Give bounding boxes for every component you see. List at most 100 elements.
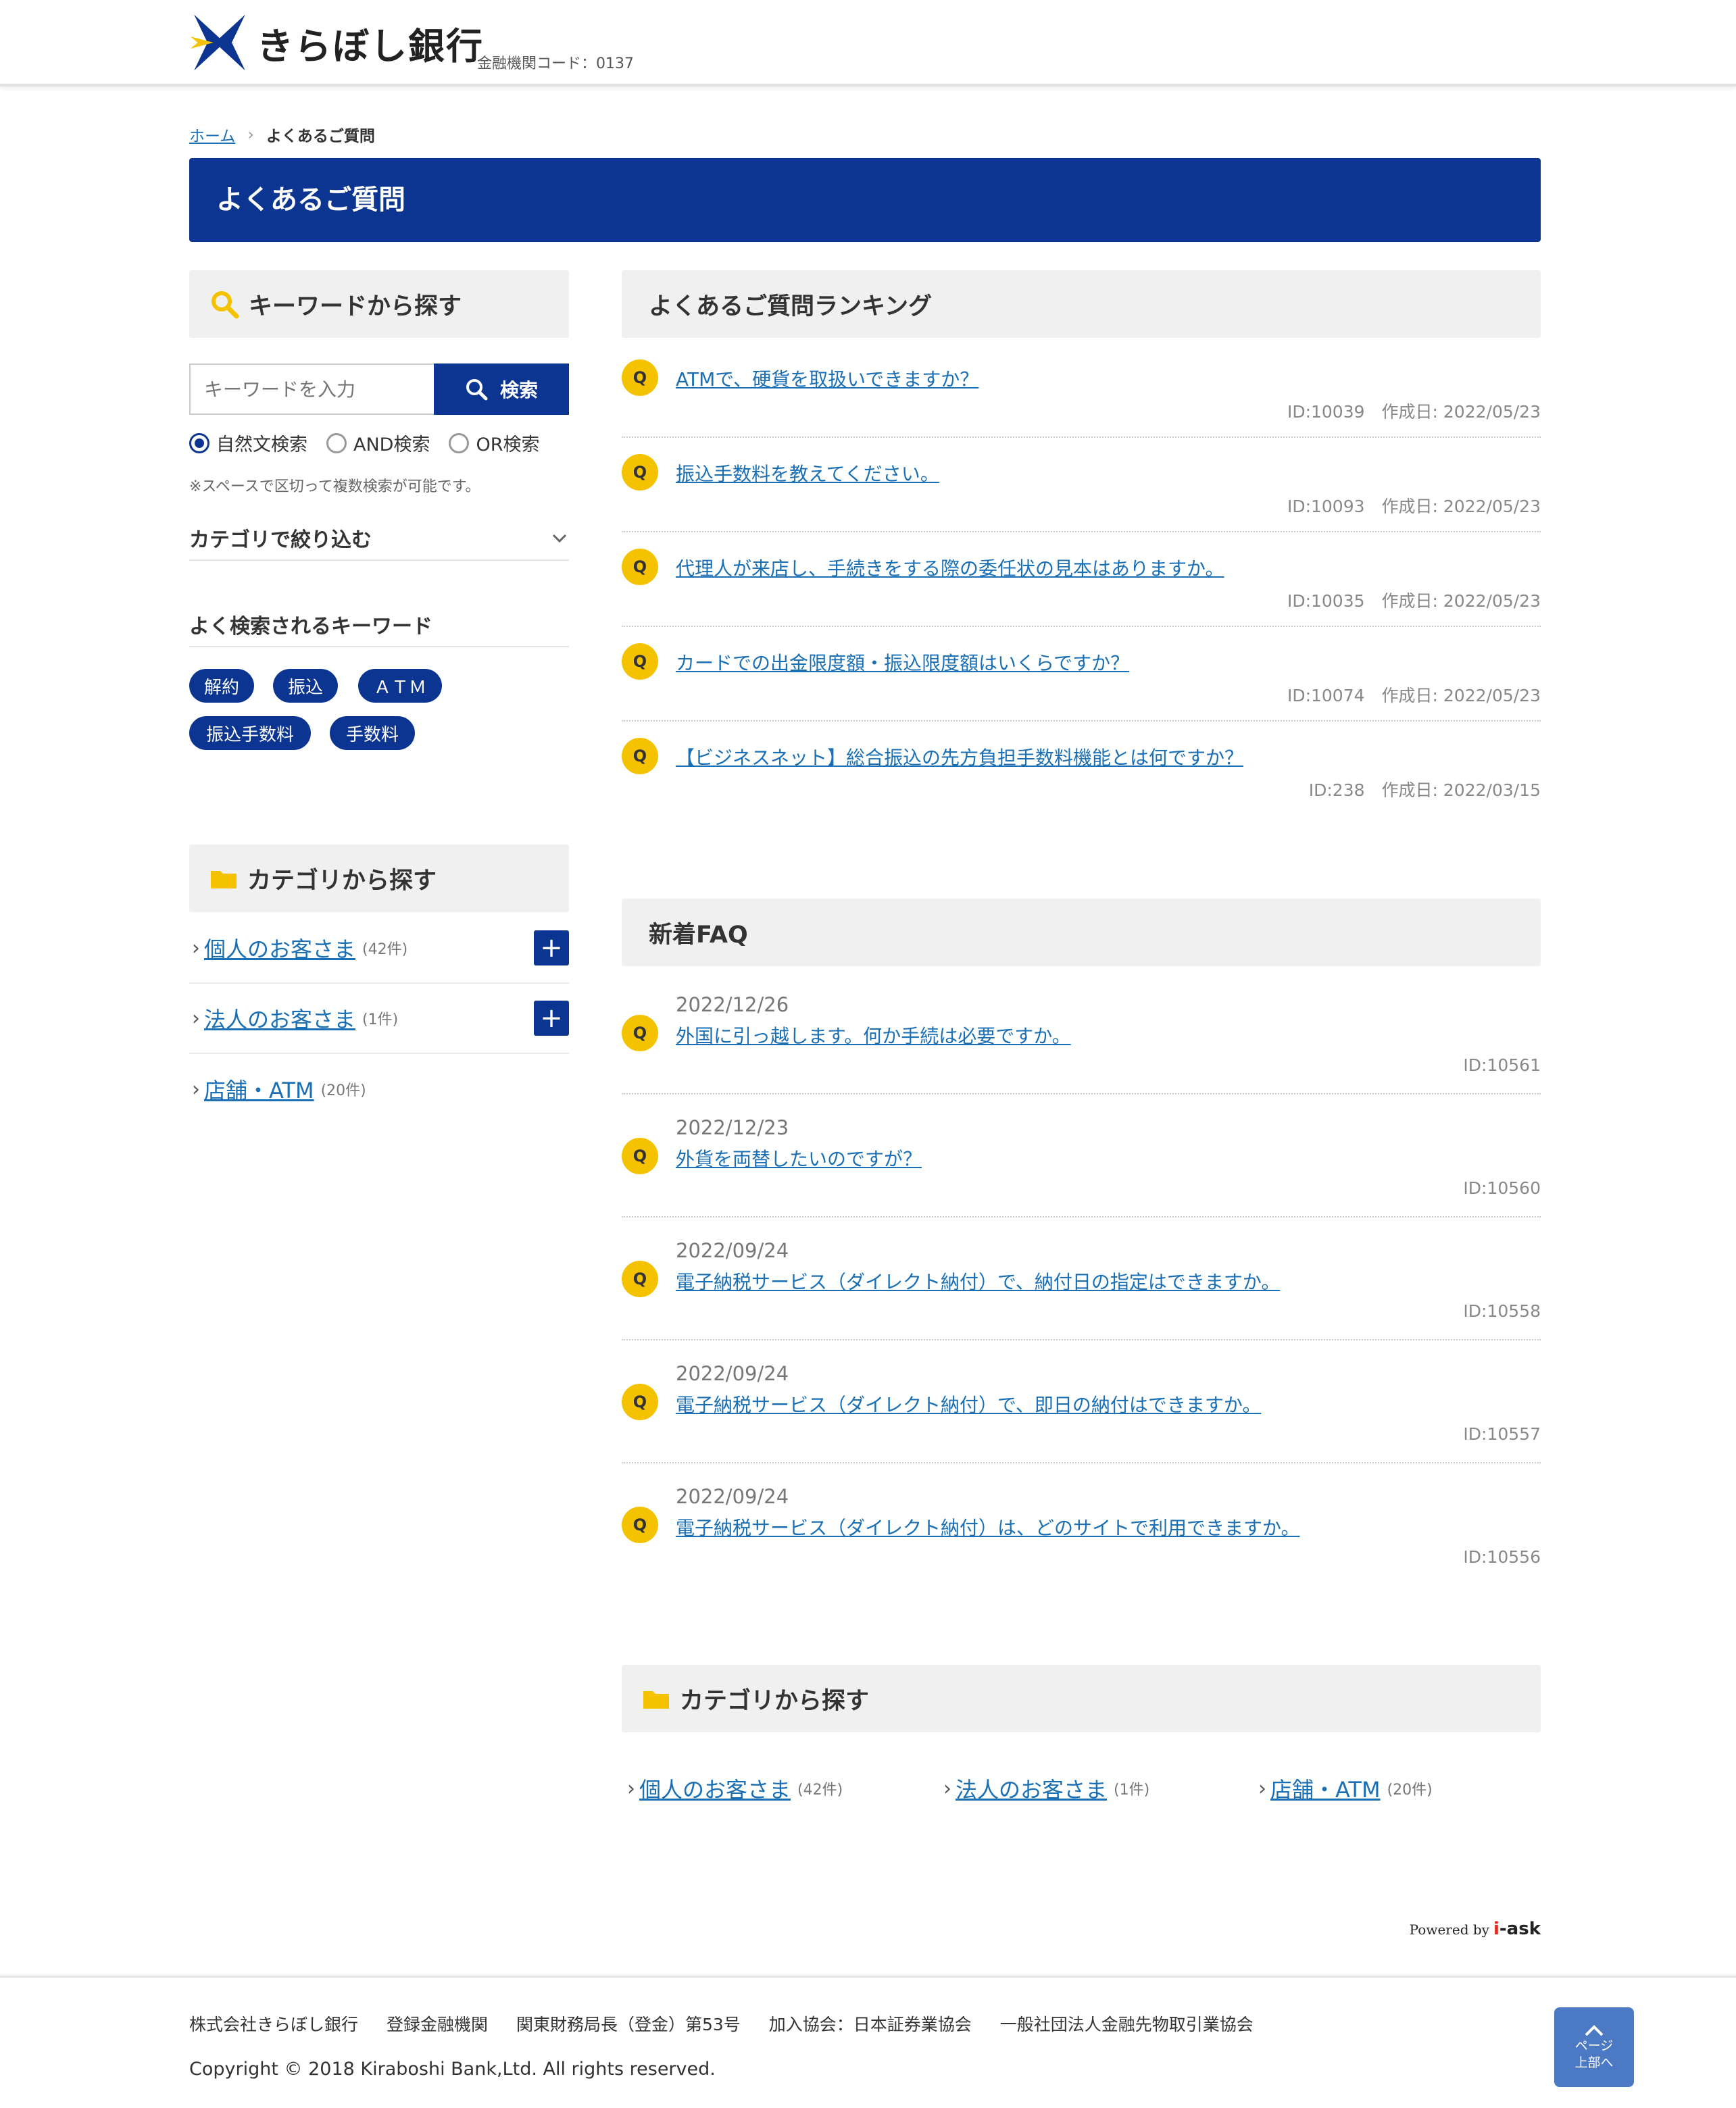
category-link[interactable]: 法人のお客さま	[204, 1003, 355, 1034]
footer-copyright: Copyright © 2018 Kiraboshi Bank,Ltd. All…	[189, 2059, 716, 2080]
question-meta: ID:10561	[1463, 1055, 1541, 1075]
category-count: (1件)	[1114, 1782, 1150, 1799]
question-link[interactable]: ATMで、硬貨を取扱いできますか？	[676, 365, 978, 392]
question-q-icon: Q	[622, 1138, 658, 1174]
faq-date: 2022/09/24	[676, 1485, 789, 1508]
ranking-header: よくあるご質問ランキング	[622, 270, 1541, 338]
new-faq-item: 2022/09/24 Q 電子納税サービス（ダイレクト納付）で、即日の納付はでき…	[622, 1353, 1541, 1463]
site-header: きらぼし銀行 金融機関コード：0137	[0, 0, 1736, 86]
question-meta: ID:10074 作成日: 2022/05/23	[1287, 686, 1541, 705]
radio-dot	[326, 432, 347, 453]
bottom-category-item: › 法人のお客さま (1件)	[943, 1773, 1149, 1804]
radio-dot	[449, 432, 470, 453]
question-meta: ID:238 作成日: 2022/03/15	[1308, 780, 1541, 800]
question-meta: ID:10556	[1463, 1547, 1541, 1567]
keyword-tag[interactable]: 解約	[189, 669, 254, 703]
chevron-down-icon	[552, 534, 567, 543]
chevron-right-icon: ›	[627, 1776, 635, 1801]
ranking-title: よくあるご質問ランキング	[649, 293, 932, 320]
category-filter-toggle[interactable]: カテゴリで絞り込む	[189, 516, 569, 561]
question-meta: ID:10035 作成日: 2022/05/23	[1287, 591, 1541, 611]
keyword-search-title: キーワードから探す	[249, 293, 462, 320]
breadcrumb-current: よくあるご質問	[266, 128, 375, 145]
question-link[interactable]: 代理人が来店し、手続きをする際の委任状の見本はありますか。	[676, 554, 1224, 581]
folder-icon	[642, 1687, 670, 1710]
site-footer: 株式会社きらぼし銀行 登録金融機関 関東財務局長（登金）第53号 加入協会：日本…	[0, 1976, 1736, 2108]
question-link[interactable]: 電子納税サービス（ダイレクト納付）は、どのサイトで利用できますか。	[676, 1513, 1299, 1540]
radio-dot	[189, 432, 209, 453]
question-link[interactable]: 外貨を両替したいのですが？	[676, 1145, 922, 1172]
category-title: カテゴリから探す	[247, 867, 437, 895]
category-item-atm: › 店舗・ATM (20件)	[189, 1054, 569, 1124]
radio-or[interactable]: OR検索	[449, 430, 539, 456]
chevron-right-icon: ›	[192, 1077, 200, 1101]
search-hint: ※スペースで区切って複数検索が可能です。	[189, 478, 480, 495]
search-mode-group: 自然文検索 AND検索 OR検索	[189, 430, 558, 456]
new-faq-title: 新着FAQ	[649, 921, 748, 949]
category-link[interactable]: 個人のお客さま	[639, 1773, 791, 1804]
footer-association2: 一般社団法人金融先物取引業協会	[999, 2015, 1254, 2034]
category-count: (20件)	[1387, 1782, 1433, 1799]
question-link[interactable]: 外国に引っ越します。何か手続は必要ですか。	[676, 1022, 1071, 1049]
category-link[interactable]: 個人のお客さま	[204, 932, 355, 963]
footer-company-info: 株式会社きらぼし銀行 登録金融機関 関東財務局長（登金）第53号 加入協会：日本…	[189, 2011, 1276, 2036]
category-link[interactable]: 店舗・ATM	[204, 1074, 314, 1105]
category-count: (1件)	[362, 1011, 399, 1028]
question-link[interactable]: 電子納税サービス（ダイレクト納付）で、納付日の指定はできますか。	[676, 1268, 1280, 1295]
radio-label: OR検索	[476, 434, 540, 455]
radio-and[interactable]: AND検索	[326, 430, 430, 456]
question-link[interactable]: 振込手数料を教えてください。	[676, 459, 939, 486]
ranking-item: Q 【ビジネスネット】総合振込の先方負担手数料機能とは何ですか？ ID:238 …	[622, 734, 1541, 816]
category-item-corporate: › 法人のお客さま (1件) +	[189, 984, 569, 1054]
question-meta: ID:10093 作成日: 2022/05/23	[1287, 497, 1541, 516]
footer-association: 加入協会：日本証券業協会	[768, 2015, 972, 2034]
new-faq-item: 2022/09/24 Q 電子納税サービス（ダイレクト納付）で、納付日の指定はで…	[622, 1230, 1541, 1340]
breadcrumb-home-link[interactable]: ホーム	[189, 123, 235, 146]
expand-plus-icon[interactable]: +	[534, 930, 569, 965]
keyword-tag[interactable]: 振込	[273, 669, 338, 703]
new-faq-header: 新着FAQ	[622, 899, 1541, 966]
keyword-tag[interactable]: 振込手数料	[189, 716, 311, 750]
radio-natural[interactable]: 自然文検索	[189, 430, 307, 456]
chevron-right-icon: ›	[192, 1006, 200, 1030]
question-meta: ID:10557	[1463, 1424, 1541, 1444]
category-count: (42件)	[797, 1782, 843, 1799]
iask-logo-i: i	[1493, 1919, 1499, 1939]
question-q-icon: Q	[622, 359, 658, 396]
ranking-item: Q 代理人が来店し、手続きをする際の委任状の見本はありますか。 ID:10035…	[622, 545, 1541, 627]
keyword-tag[interactable]: ＡＴＭ	[358, 669, 442, 703]
bank-code: 金融機関コード：0137	[477, 55, 634, 72]
ranking-item: Q カードでの出金限度額・振込限度額はいくらですか？ ID:10074 作成日:…	[622, 639, 1541, 722]
search-button[interactable]: 検索	[434, 363, 569, 415]
question-link[interactable]: 【ビジネスネット】総合振込の先方負担手数料機能とは何ですか？	[676, 743, 1243, 770]
question-meta: ID:10039 作成日: 2022/05/23	[1287, 402, 1541, 422]
category-link[interactable]: 法人のお客さま	[956, 1773, 1107, 1804]
keyword-search-header: キーワードから探す	[189, 270, 569, 338]
expand-plus-icon[interactable]: +	[534, 1001, 569, 1036]
category-link[interactable]: 店舗・ATM	[1270, 1773, 1381, 1804]
category-count: (20件)	[320, 1082, 366, 1099]
footer-company: 株式会社きらぼし銀行	[189, 2015, 359, 2034]
category-header: カテゴリから探す	[189, 845, 569, 912]
footer-bureau: 関東財務局長（登金）第53号	[516, 2015, 741, 2034]
bank-name: きらぼし銀行	[257, 24, 484, 68]
powered-by[interactable]: Powered by i-ask	[1410, 1919, 1541, 1939]
question-link[interactable]: 電子納税サービス（ダイレクト納付）で、即日の納付はできますか。	[676, 1390, 1261, 1417]
breadcrumb: ホーム › よくあるご質問	[189, 123, 375, 146]
bank-logo[interactable]: きらぼし銀行	[189, 12, 484, 73]
faq-date: 2022/12/23	[676, 1116, 789, 1139]
question-q-icon: Q	[622, 1015, 658, 1051]
question-link[interactable]: カードでの出金限度額・振込限度額はいくらですか？	[676, 649, 1129, 676]
question-q-icon: Q	[622, 454, 658, 491]
question-q-icon: Q	[622, 738, 658, 774]
faq-date: 2022/09/24	[676, 1239, 789, 1262]
search-input[interactable]	[189, 363, 434, 415]
bottom-category-item: › 店舗・ATM (20件)	[1258, 1773, 1433, 1804]
back-to-top-line1: ページ	[1574, 2038, 1614, 2054]
search-icon	[466, 379, 488, 401]
keyword-tag[interactable]: 手数料	[330, 716, 415, 750]
star-logo-icon	[190, 14, 245, 71]
back-to-top-button[interactable]: ページ 上部へ	[1554, 2007, 1634, 2087]
category-count: (42件)	[362, 941, 408, 958]
search-icon	[209, 289, 239, 319]
